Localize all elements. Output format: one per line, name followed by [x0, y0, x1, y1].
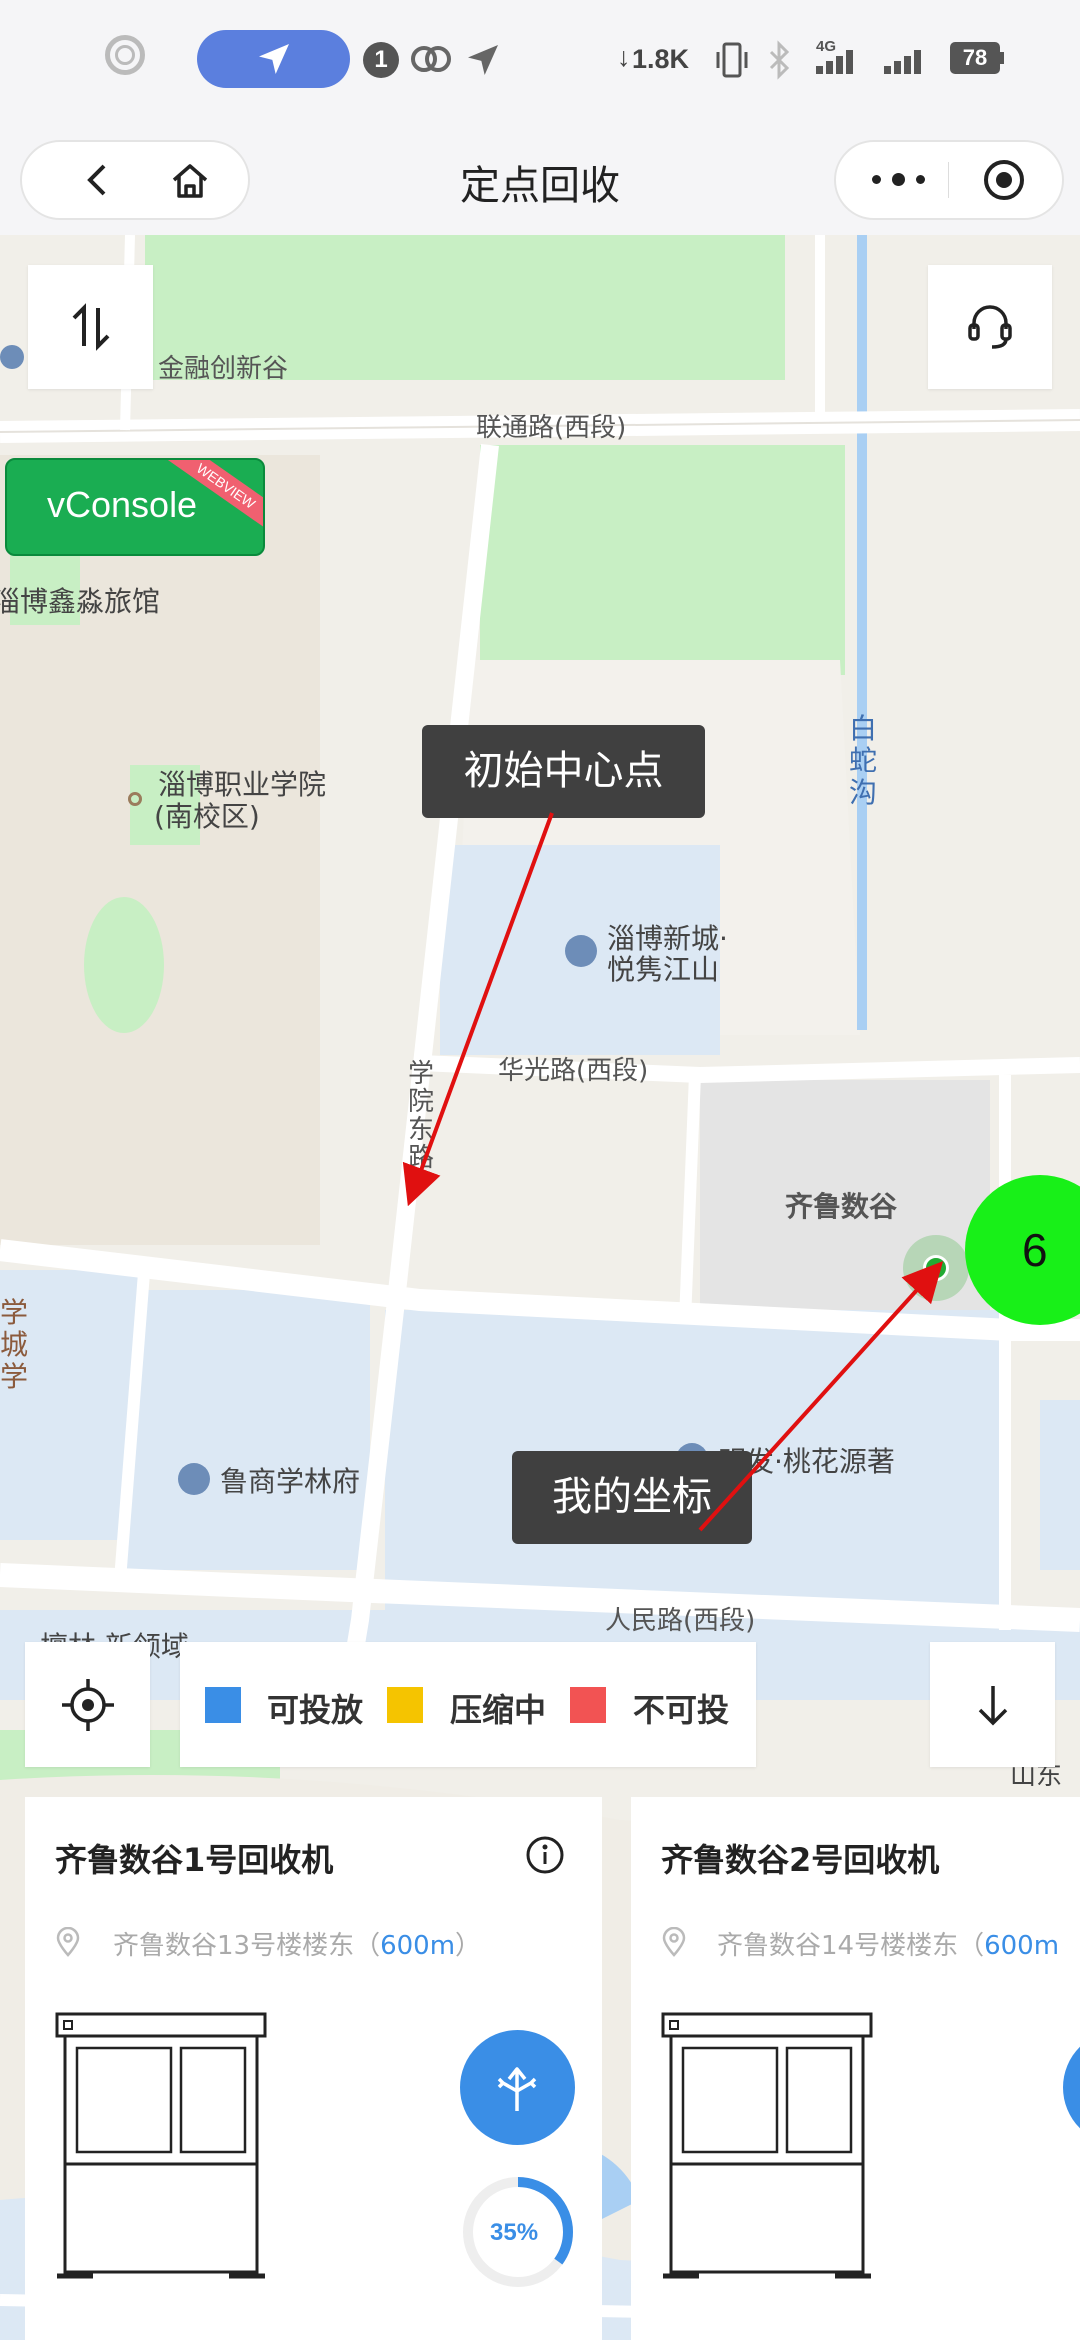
signal-icon-1 [816, 50, 853, 74]
navigate-button-partial[interactable] [1063, 2030, 1080, 2145]
notification-badge: 1 [363, 42, 399, 78]
location-share-pill[interactable] [197, 30, 350, 88]
legend-label-unavailable: 不可投 [633, 1691, 730, 1729]
legend-label-available: 可投放 [267, 1691, 364, 1729]
signal-icon-2 [884, 50, 921, 74]
battery-icon: 78 [950, 42, 1000, 74]
crosshair-icon [62, 1679, 114, 1731]
legend-swatch-available [205, 1687, 241, 1723]
arrow-down-icon [978, 1686, 1008, 1726]
card-title: 齐鲁数谷1号回收机 [55, 1841, 334, 1879]
link-icon [411, 46, 451, 72]
target-close-icon[interactable] [984, 160, 1024, 200]
collapse-button[interactable] [930, 1642, 1055, 1767]
battery-tip [1000, 52, 1004, 64]
swap-button[interactable] [28, 265, 153, 389]
recycler-card-1[interactable]: 齐鲁数谷1号回收机 齐鲁数谷13号楼楼东（600m） 35% [25, 1797, 602, 2340]
directions-icon [497, 2067, 537, 2111]
capsule-divider [948, 162, 949, 198]
card-title: 齐鲁数谷2号回收机 [661, 1841, 940, 1879]
capacity-percent: 35% [490, 2219, 539, 2246]
swap-icon [72, 303, 110, 351]
annotation-arrows [402, 812, 944, 1532]
navigation-icon [468, 45, 498, 75]
locate-button[interactable] [25, 1642, 150, 1767]
status-bar: 1 ↓ 1.8K 4G 78 [0, 0, 1080, 120]
more-icon[interactable] [870, 164, 930, 196]
vconsole-label: vConsole [47, 484, 198, 525]
recycler-machine-illustration [661, 2012, 873, 2279]
vconsole-button[interactable]: vConsole WEBVIEW [5, 458, 265, 556]
navigate-button[interactable] [460, 2030, 575, 2145]
map-label-renmin-road: 人民路(西段) [605, 1606, 756, 1636]
location-pin-icon [662, 1927, 686, 1957]
card-distance: 600m [380, 1931, 456, 1961]
location-pin-icon [56, 1927, 80, 1957]
status-legend: 可投放 压缩中 不可投 [180, 1642, 756, 1767]
recycler-card-2[interactable]: 齐鲁数谷2号回收机 齐鲁数谷14号楼楼东（600m [631, 1797, 1080, 2340]
legend-label-compressing: 压缩中 [450, 1691, 547, 1729]
headset-icon [968, 305, 1012, 349]
net-speed: 1.8K [632, 44, 690, 74]
legend-swatch-compressing [387, 1687, 423, 1723]
nav-right-capsule [834, 140, 1064, 220]
info-icon[interactable] [525, 1835, 565, 1875]
customer-service-button[interactable] [928, 265, 1052, 389]
vibrate-icon [716, 42, 748, 78]
download-arrow-icon: ↓ [617, 42, 631, 72]
recycler-machine-illustration [55, 2012, 267, 2279]
card-address: 齐鲁数谷13号楼楼东（600m） [113, 1931, 482, 1961]
legend-swatch-unavailable [570, 1687, 606, 1723]
navigation-arrow-icon [259, 44, 289, 74]
card-address: 齐鲁数谷14号楼楼东（600m [717, 1931, 1060, 1961]
bluetooth-icon [769, 40, 790, 80]
card-distance: 600m [984, 1931, 1060, 1961]
circle-status-icon [105, 35, 145, 75]
